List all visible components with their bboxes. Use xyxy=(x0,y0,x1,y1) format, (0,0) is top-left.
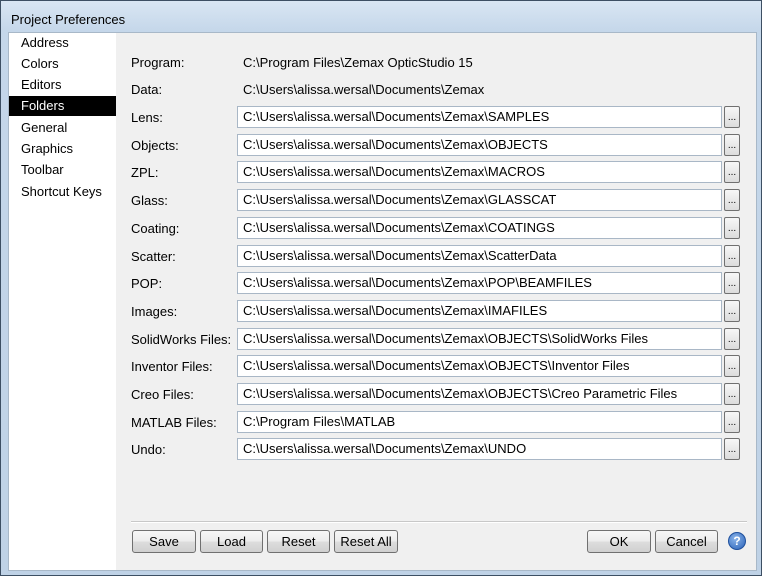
dialog-client-area: Address Colors Editors Folders General G… xyxy=(8,32,757,571)
matlab-files-path-field[interactable]: C:\Program Files\MATLAB xyxy=(237,411,722,433)
solidworks-files-label: SolidWorks Files: xyxy=(131,332,232,347)
sidebar-item-editors[interactable]: Editors xyxy=(9,75,116,95)
button-row-separator xyxy=(131,521,747,523)
lens-path-field[interactable]: C:\Users\alissa.wersal\Documents\Zemax\S… xyxy=(237,106,722,128)
sidebar-item-general[interactable]: General xyxy=(9,118,116,138)
ok-button[interactable]: OK xyxy=(587,530,651,553)
data-label: Data: xyxy=(131,82,163,97)
lens-browse-button[interactable]: ... xyxy=(724,106,740,128)
coating-label: Coating: xyxy=(131,221,180,236)
zpl-browse-button[interactable]: ... xyxy=(724,161,740,183)
undo-browse-button[interactable]: ... xyxy=(724,438,740,460)
sidebar-item-folders[interactable]: Folders xyxy=(9,96,116,116)
reset-all-button[interactable]: Reset All xyxy=(334,530,398,553)
undo-path-field[interactable]: C:\Users\alissa.wersal\Documents\Zemax\U… xyxy=(237,438,722,460)
matlab-files-browse-button[interactable]: ... xyxy=(724,411,740,433)
images-browse-button[interactable]: ... xyxy=(724,300,740,322)
save-button[interactable]: Save xyxy=(132,530,196,553)
sidebar: Address Colors Editors Folders General G… xyxy=(9,33,116,570)
zpl-path-field[interactable]: C:\Users\alissa.wersal\Documents\Zemax\M… xyxy=(237,161,722,183)
sidebar-item-colors[interactable]: Colors xyxy=(9,54,116,74)
objects-browse-button[interactable]: ... xyxy=(724,134,740,156)
creo-files-browse-button[interactable]: ... xyxy=(724,383,740,405)
pop-label: POP: xyxy=(131,276,163,291)
images-label: Images: xyxy=(131,304,178,319)
scatter-label: Scatter: xyxy=(131,249,176,264)
folders-panel: Program: C:\Program Files\Zemax OpticStu… xyxy=(116,33,756,570)
program-label: Program: xyxy=(131,55,185,70)
inventor-files-browse-button[interactable]: ... xyxy=(724,355,740,377)
sidebar-item-address[interactable]: Address xyxy=(9,33,116,53)
sidebar-item-shortcut-keys[interactable]: Shortcut Keys xyxy=(9,182,116,202)
objects-label: Objects: xyxy=(131,138,179,153)
cancel-button[interactable]: Cancel xyxy=(655,530,718,553)
images-path-field[interactable]: C:\Users\alissa.wersal\Documents\Zemax\I… xyxy=(237,300,722,322)
project-preferences-dialog: Project Preferences Address Colors Edito… xyxy=(0,0,762,576)
solidworks-files-path-field[interactable]: C:\Users\alissa.wersal\Documents\Zemax\O… xyxy=(237,328,722,350)
creo-files-path-field[interactable]: C:\Users\alissa.wersal\Documents\Zemax\O… xyxy=(237,383,722,405)
glass-label: Glass: xyxy=(131,193,168,208)
coating-path-field[interactable]: C:\Users\alissa.wersal\Documents\Zemax\C… xyxy=(237,217,722,239)
reset-button[interactable]: Reset xyxy=(267,530,330,553)
sidebar-item-toolbar[interactable]: Toolbar xyxy=(9,160,116,180)
glass-browse-button[interactable]: ... xyxy=(724,189,740,211)
glass-path-field[interactable]: C:\Users\alissa.wersal\Documents\Zemax\G… xyxy=(237,189,722,211)
sidebar-item-graphics[interactable]: Graphics xyxy=(9,139,116,159)
coating-browse-button[interactable]: ... xyxy=(724,217,740,239)
matlab-files-label: MATLAB Files: xyxy=(131,415,217,430)
scatter-browse-button[interactable]: ... xyxy=(724,245,740,267)
zpl-label: ZPL: xyxy=(131,165,159,180)
program-path-value: C:\Program Files\Zemax OpticStudio 15 xyxy=(243,55,473,70)
undo-label: Undo: xyxy=(131,442,166,457)
lens-label: Lens: xyxy=(131,110,163,125)
scatter-path-field[interactable]: C:\Users\alissa.wersal\Documents\Zemax\S… xyxy=(237,245,722,267)
solidworks-files-browse-button[interactable]: ... xyxy=(724,328,740,350)
load-button[interactable]: Load xyxy=(200,530,263,553)
data-path-value: C:\Users\alissa.wersal\Documents\Zemax xyxy=(243,82,485,97)
pop-browse-button[interactable]: ... xyxy=(724,272,740,294)
window-title: Project Preferences xyxy=(11,12,126,27)
help-icon[interactable]: ? xyxy=(728,532,746,550)
creo-files-label: Creo Files: xyxy=(131,387,194,402)
pop-path-field[interactable]: C:\Users\alissa.wersal\Documents\Zemax\P… xyxy=(237,272,722,294)
objects-path-field[interactable]: C:\Users\alissa.wersal\Documents\Zemax\O… xyxy=(237,134,722,156)
inventor-files-path-field[interactable]: C:\Users\alissa.wersal\Documents\Zemax\O… xyxy=(237,355,722,377)
inventor-files-label: Inventor Files: xyxy=(131,359,213,374)
